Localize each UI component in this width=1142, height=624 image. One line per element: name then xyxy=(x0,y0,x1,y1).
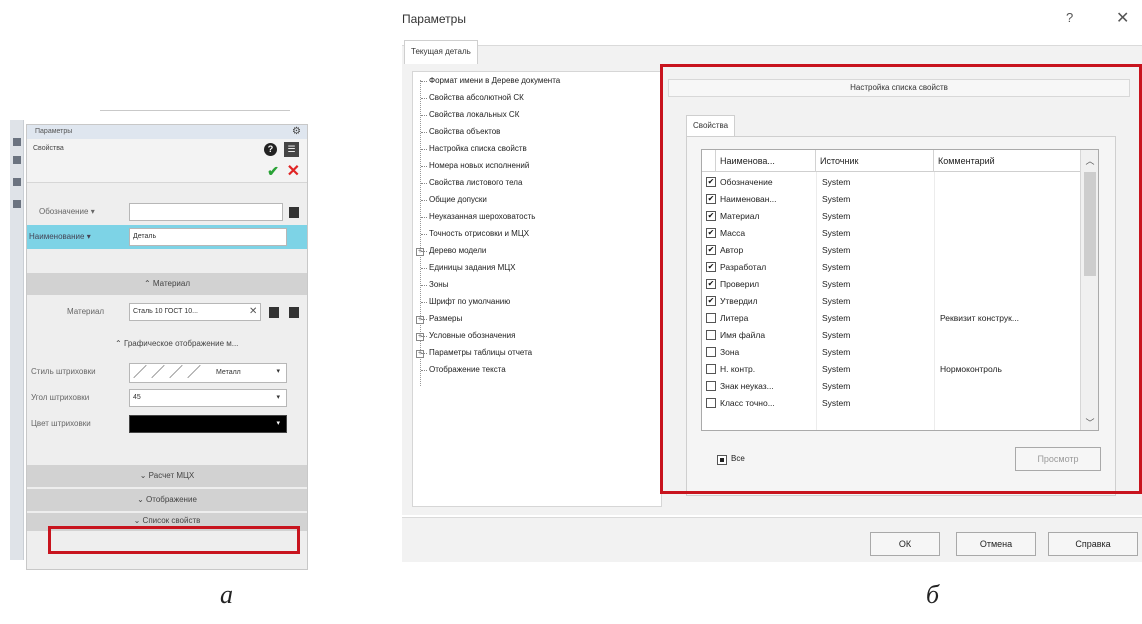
tree-item[interactable]: Свойства абсолютной СК xyxy=(421,93,524,102)
material-section-header[interactable]: ⌃ Материал xyxy=(27,273,307,295)
material-label: Материал xyxy=(67,307,105,316)
cancel-cross-icon[interactable]: ✕ xyxy=(287,161,300,181)
tree-icon[interactable]: ☰ xyxy=(284,142,299,157)
chevron-down-icon: ▾ xyxy=(276,394,280,401)
help-icon[interactable]: ? xyxy=(1066,10,1073,25)
hatch-style-select[interactable]: ／／／／ Металл ▾ xyxy=(129,363,287,383)
chevron-down-icon: ▾ xyxy=(276,368,280,375)
panel-header: Свойства ? ☰ ✔ ✕ xyxy=(27,139,307,183)
designation-label[interactable]: Обозначение ▾ xyxy=(39,207,95,216)
tree-item[interactable]: Свойства локальных СК xyxy=(420,110,519,119)
ok-button[interactable]: ОК xyxy=(870,532,940,556)
tree-item[interactable]: Свойства объектов xyxy=(420,127,500,136)
tree-item[interactable]: Настройка списка свойств xyxy=(421,144,527,153)
material-input[interactable]: Сталь 10 ГОСТ 10... xyxy=(129,303,261,321)
dialog-title: Параметры xyxy=(402,12,466,26)
panel-body: Параметры ⚙ Свойства ? ☰ ✔ ✕ Обозначение… xyxy=(26,124,308,570)
caption-a: а xyxy=(220,580,233,609)
display-section-header[interactable]: ⌄ Отображение xyxy=(27,489,307,511)
hatch-angle-select[interactable]: 45 ▾ xyxy=(129,389,287,407)
hatch-style-label: Стиль штриховки xyxy=(31,367,96,376)
tree-item[interactable]: Неуказанная шероховатость xyxy=(420,212,535,221)
cancel-button[interactable]: Отмена xyxy=(956,532,1036,556)
hatch-style-value: Металл xyxy=(216,369,241,376)
tree-item[interactable]: Размеры xyxy=(420,314,462,323)
tree-item[interactable]: Общие допуски xyxy=(421,195,487,204)
designation-row: Обозначение ▾ xyxy=(27,201,307,223)
panel-top-edge xyxy=(100,110,290,118)
dialog-button-bar: ОК Отмена Справка xyxy=(402,517,1142,562)
ok-check-icon[interactable]: ✔ xyxy=(267,163,279,180)
tree-item[interactable]: Точность отрисовки и МЦХ xyxy=(420,229,529,238)
hatch-pattern-icon: ／／／／ xyxy=(133,364,205,380)
side-toolbar xyxy=(10,120,24,560)
hatch-angle-label: Угол штриховки xyxy=(31,393,90,402)
tree-item[interactable]: Параметры таблицы отчета xyxy=(420,348,532,357)
hatch-style-row: Стиль штриховки ／／／／ Металл ▾ xyxy=(27,361,307,383)
tree-item[interactable]: Дерево модели xyxy=(420,246,486,255)
properties-panel: Параметры ⚙ Свойства ? ☰ ✔ ✕ Обозначение… xyxy=(10,110,308,570)
tree-expand-icon[interactable]: + xyxy=(416,316,424,324)
hatch-color-row: Цвет штриховки ▾ xyxy=(27,413,307,435)
tree-item[interactable]: Отображение текста xyxy=(421,365,506,374)
help-icon[interactable]: ? xyxy=(264,143,277,156)
material-library-icon[interactable] xyxy=(269,307,279,318)
tree-item[interactable]: Условные обозначения xyxy=(420,331,515,340)
material-edit-icon[interactable] xyxy=(289,307,299,318)
toolbar-icon[interactable] xyxy=(13,156,21,164)
hatch-color-select[interactable]: ▾ xyxy=(129,415,287,433)
tree-expand-icon[interactable]: + xyxy=(416,248,424,256)
designation-input[interactable] xyxy=(129,203,283,221)
material-row: Материал Сталь 10 ГОСТ 10... ✕ xyxy=(27,301,307,323)
close-icon[interactable]: ✕ xyxy=(1116,8,1129,28)
tree-item[interactable]: Свойства листового тела xyxy=(420,178,522,187)
toolbar-icon[interactable] xyxy=(13,200,21,208)
tree-expand-icon[interactable]: + xyxy=(416,350,424,358)
tree-item[interactable]: Формат имени в Дереве документа xyxy=(420,76,560,85)
chevron-down-icon: ▾ xyxy=(276,420,280,427)
tree-item[interactable]: Шрифт по умолчанию xyxy=(420,297,510,306)
highlight-frame xyxy=(48,526,300,554)
tree-item[interactable]: Зоны xyxy=(420,280,448,289)
designation-button-icon[interactable] xyxy=(289,207,299,218)
tab-current-part[interactable]: Текущая деталь xyxy=(404,40,478,64)
settings-tree: Формат имени в Дереве документа Свойства … xyxy=(412,71,662,507)
highlight-frame xyxy=(660,64,1142,494)
toolbar-icon[interactable] xyxy=(13,138,21,146)
help-button[interactable]: Справка xyxy=(1048,532,1138,556)
graphics-section-header[interactable]: ⌃ Графическое отображение м... xyxy=(115,339,238,348)
gear-icon[interactable]: ⚙ xyxy=(292,126,301,137)
tree-item[interactable]: Номера новых исполнений xyxy=(420,161,529,170)
panel-title: Параметры xyxy=(35,128,73,135)
tree-expand-icon[interactable]: + xyxy=(416,333,424,341)
clear-icon[interactable]: ✕ xyxy=(249,306,257,317)
name-label[interactable]: Наименование ▾ xyxy=(29,232,91,241)
parameters-dialog: Параметры ? ✕ Текущая деталь Формат имен… xyxy=(398,0,1142,562)
mcx-section-header[interactable]: ⌄ Расчет МЦХ xyxy=(27,465,307,487)
hatch-angle-row: Угол штриховки 45 ▾ xyxy=(27,387,307,409)
name-row: Наименование ▾ Деталь xyxy=(27,226,307,248)
name-input[interactable]: Деталь xyxy=(129,228,287,246)
tree-item[interactable]: Единицы задания МЦХ xyxy=(421,263,516,272)
properties-label: Свойства xyxy=(33,145,64,152)
toolbar-icon[interactable] xyxy=(13,178,21,186)
caption-b: б xyxy=(926,580,940,609)
hatch-color-label: Цвет штриховки xyxy=(31,419,91,428)
panel-titlebar: Параметры ⚙ xyxy=(27,125,307,139)
